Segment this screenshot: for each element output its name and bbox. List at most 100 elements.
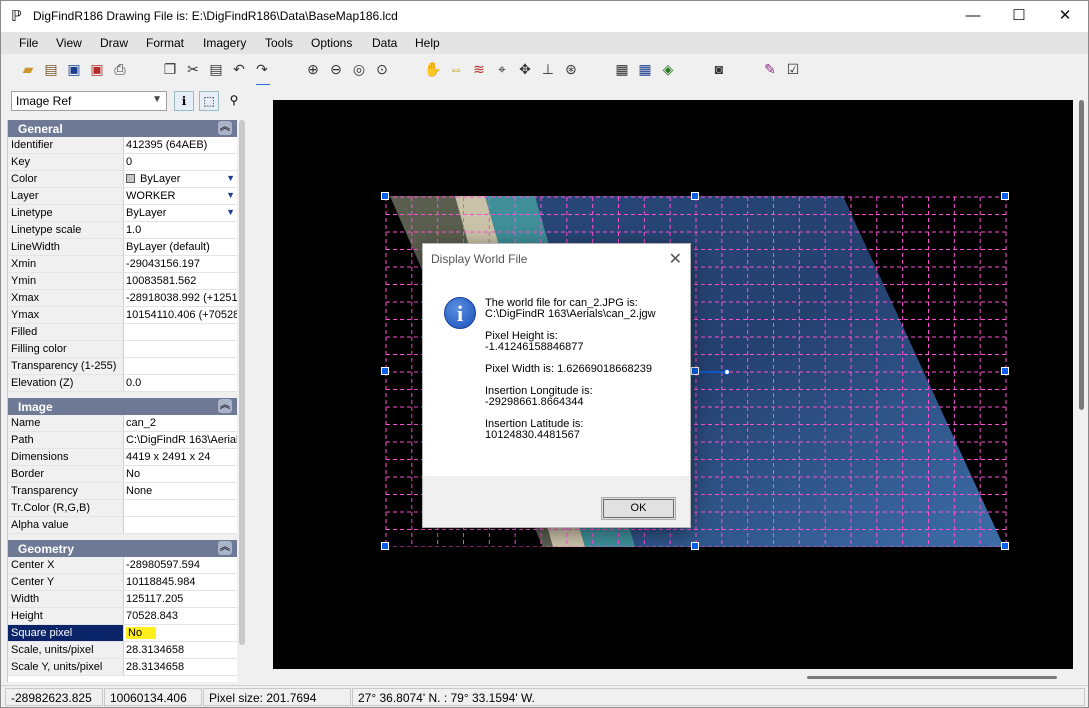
rotation-handle[interactable] — [724, 369, 730, 375]
move-icon[interactable]: ✥ — [516, 60, 534, 78]
property-value[interactable]: 70528.843 — [125, 608, 237, 624]
property-value[interactable] — [125, 500, 237, 516]
selection-handle[interactable] — [1001, 192, 1009, 200]
close-button[interactable]: ✕ — [1042, 1, 1088, 31]
cut-icon[interactable]: ✂ — [184, 60, 202, 78]
compass-icon[interactable]: ⊛ — [562, 60, 580, 78]
property-row-border[interactable]: Border No — [8, 466, 237, 483]
property-value[interactable] — [125, 517, 237, 533]
measure-icon[interactable]: ⇔ — [447, 60, 465, 78]
property-value[interactable]: ByLayer (default) — [125, 239, 237, 255]
menu-help[interactable]: Help — [415, 36, 440, 50]
import-icon[interactable]: ▤ — [42, 60, 60, 78]
property-value[interactable]: 4419 x 2491 x 24 — [125, 449, 237, 465]
layers-icon[interactable]: ≋ — [470, 60, 488, 78]
property-value[interactable]: 412395 (64AEB) — [125, 137, 237, 153]
menu-tools[interactable]: Tools — [265, 36, 293, 50]
database-icon[interactable]: ◈ — [659, 60, 677, 78]
selection-handle[interactable] — [381, 367, 389, 375]
panel-scrollbar[interactable] — [239, 120, 245, 645]
property-value[interactable]: 10118845.984 — [125, 574, 237, 590]
property-row-identifier[interactable]: Identifier 412395 (64AEB) — [8, 137, 237, 154]
property-row-height[interactable]: Height 70528.843 — [8, 608, 237, 625]
property-value[interactable]: -28918038.992 (+1251 — [125, 290, 237, 306]
selection-handle[interactable] — [381, 192, 389, 200]
property-row-layer[interactable]: Layer WORKER ▼ — [8, 188, 237, 205]
section-header-geometry[interactable]: Geometry ︽ — [8, 540, 237, 557]
ok-button[interactable]: OK — [601, 497, 676, 520]
property-row-key[interactable]: Key 0 — [8, 154, 237, 171]
property-row-center-x[interactable]: Center X -28980597.594 — [8, 557, 237, 574]
zoom-previous-icon[interactable]: ◎ — [350, 60, 368, 78]
menu-view[interactable]: View — [56, 36, 82, 50]
property-row-elevation-z[interactable]: Elevation (Z) 0.0 — [8, 375, 237, 392]
property-row-ymax[interactable]: Ymax 10154110.406 (+70528 — [8, 307, 237, 324]
property-value[interactable]: WORKER ▼ — [125, 188, 237, 204]
property-row-alpha-value[interactable]: Alpha value — [8, 517, 237, 534]
pan-hand-icon[interactable]: ✋ — [424, 60, 442, 78]
property-row-square-pixel[interactable]: Square pixel No — [8, 625, 237, 642]
property-row-filled[interactable]: Filled — [8, 324, 237, 341]
selection-handle[interactable] — [691, 192, 699, 200]
collapse-icon[interactable]: ︽ — [218, 121, 232, 135]
dropdown-arrow-icon[interactable]: ▼ — [226, 190, 235, 200]
property-row-filling-color[interactable]: Filling color — [8, 341, 237, 358]
property-value[interactable] — [125, 324, 237, 340]
property-row-linetype[interactable]: Linetype ByLayer ▼ — [8, 205, 237, 222]
property-value[interactable]: can_2 — [125, 415, 237, 431]
section-header-general[interactable]: General ︽ — [8, 120, 237, 137]
menu-file[interactable]: File — [19, 36, 38, 50]
property-row-width[interactable]: Width 125117.205 — [8, 591, 237, 608]
checklist-icon[interactable]: ☑ — [784, 60, 802, 78]
property-value[interactable]: ByLayer ▼ — [125, 171, 237, 187]
property-value[interactable]: 125117.205 — [125, 591, 237, 607]
property-row-xmax[interactable]: Xmax -28918038.992 (+1251 — [8, 290, 237, 307]
menu-format[interactable]: Format — [146, 36, 184, 50]
print-icon[interactable]: ⎙ — [111, 60, 129, 78]
info-button[interactable]: ℹ — [174, 91, 194, 111]
zoom-in-icon[interactable]: ⊙ — [373, 60, 391, 78]
copy-icon[interactable]: ❐ — [161, 60, 179, 78]
property-value[interactable]: 28.3134658 — [125, 642, 237, 658]
zoom-window-icon[interactable]: ⊕ — [304, 60, 322, 78]
property-value[interactable]: ByLayer ▼ — [125, 205, 237, 221]
property-value[interactable]: 10154110.406 (+70528 — [125, 307, 237, 323]
property-value[interactable]: 10083581.562 — [125, 273, 237, 289]
property-value[interactable]: 0.0 — [125, 375, 237, 391]
menu-imagery[interactable]: Imagery — [203, 36, 246, 50]
snap-icon[interactable]: ⌖ — [493, 60, 511, 78]
open-folder-icon[interactable]: ▰ — [19, 60, 37, 78]
property-row-ymin[interactable]: Ymin 10083581.562 — [8, 273, 237, 290]
menu-data[interactable]: Data — [372, 36, 397, 50]
collapse-icon[interactable]: ︽ — [218, 399, 232, 413]
dropdown-arrow-icon[interactable]: ▼ — [226, 207, 235, 217]
property-value[interactable]: C:\DigFindR 163\Aerial — [125, 432, 237, 448]
minimize-button[interactable]: — — [950, 1, 996, 31]
property-row-linewidth[interactable]: LineWidth ByLayer (default) — [8, 239, 237, 256]
save-as-icon[interactable]: ▣ — [88, 60, 106, 78]
pen-icon[interactable]: ✎ — [761, 60, 779, 78]
property-row-xmin[interactable]: Xmin -29043156.197 — [8, 256, 237, 273]
properties-icon[interactable]: ▦ — [613, 60, 631, 78]
property-value[interactable]: 1.0 — [125, 222, 237, 238]
property-value[interactable] — [125, 341, 237, 357]
property-row-transparency[interactable]: Transparency None — [8, 483, 237, 500]
redo-icon[interactable]: ↷ — [253, 60, 271, 78]
maximize-button[interactable]: ☐ — [996, 1, 1042, 31]
save-icon[interactable]: ▣ — [65, 60, 83, 78]
property-value[interactable]: None — [125, 483, 237, 499]
menu-options[interactable]: Options — [311, 36, 352, 50]
property-value[interactable]: No — [125, 625, 237, 641]
property-value[interactable]: -28980597.594 — [125, 557, 237, 573]
property-row-center-y[interactable]: Center Y 10118845.984 — [8, 574, 237, 591]
object-type-select[interactable]: Image Ref ▼ — [11, 91, 167, 111]
property-row-name[interactable]: Name can_2 — [8, 415, 237, 432]
paste-icon[interactable]: ▤ — [207, 60, 225, 78]
undo-icon[interactable]: ↶ — [230, 60, 248, 78]
dialog-close-button[interactable]: ✕ — [669, 249, 682, 269]
axis-icon[interactable]: ⊥ — [539, 60, 557, 78]
selection-handle[interactable] — [381, 542, 389, 550]
table-icon[interactable]: ▦ — [636, 60, 654, 78]
property-row-path[interactable]: Path C:\DigFindR 163\Aerial — [8, 432, 237, 449]
collapse-icon[interactable]: ︽ — [218, 541, 232, 555]
